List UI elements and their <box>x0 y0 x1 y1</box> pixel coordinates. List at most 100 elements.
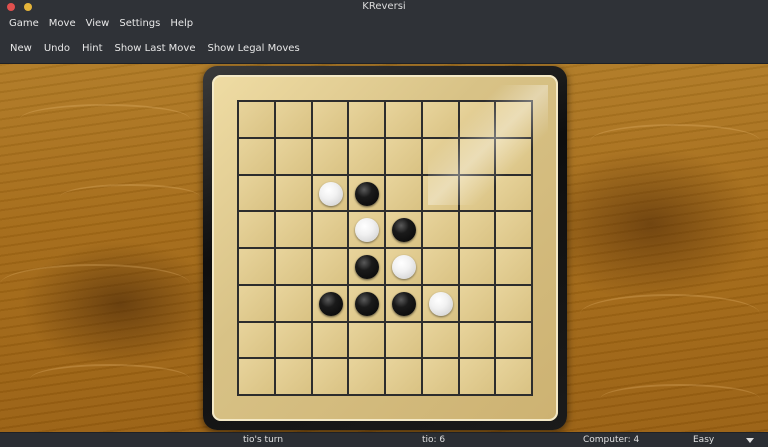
board-square[interactable] <box>496 322 531 358</box>
black-piece <box>355 291 380 316</box>
board-square[interactable] <box>312 138 348 174</box>
board-square[interactable] <box>386 102 421 137</box>
board-square[interactable] <box>422 175 458 211</box>
board-square[interactable] <box>386 138 421 174</box>
board-square[interactable] <box>349 249 384 284</box>
board-square[interactable] <box>349 102 384 137</box>
menu-view[interactable]: View <box>81 14 115 34</box>
board-square[interactable] <box>275 175 311 211</box>
board-square[interactable] <box>275 138 311 174</box>
difficulty-select[interactable]: Easy <box>693 433 714 447</box>
board-grid[interactable] <box>237 100 533 396</box>
computer-score: Computer: 4 <box>583 435 640 445</box>
board-square[interactable] <box>496 359 531 394</box>
board-square[interactable] <box>386 212 421 247</box>
hint-button[interactable]: Hint <box>76 35 109 63</box>
board-square[interactable] <box>422 138 458 174</box>
board-square[interactable] <box>275 322 311 358</box>
menu-bar: Game Move View Settings Help <box>0 14 768 34</box>
wood-grain <box>600 384 760 414</box>
title-bar: KReversi <box>0 0 768 14</box>
board-square[interactable] <box>239 138 274 174</box>
board-square[interactable] <box>496 102 531 137</box>
black-piece <box>392 218 416 243</box>
board-square[interactable] <box>386 322 421 358</box>
menu-help[interactable]: Help <box>165 14 198 34</box>
board-square[interactable] <box>422 212 458 247</box>
board-square[interactable] <box>312 212 348 247</box>
board-square[interactable] <box>275 359 311 394</box>
board-square[interactable] <box>496 285 531 321</box>
chevron-down-icon[interactable] <box>746 438 754 443</box>
board-square[interactable] <box>496 175 531 211</box>
board-square[interactable] <box>386 175 421 211</box>
board-square[interactable] <box>239 285 274 321</box>
board-square[interactable] <box>459 249 495 284</box>
board-square[interactable] <box>496 212 531 247</box>
board-square[interactable] <box>239 322 274 358</box>
menu-settings[interactable]: Settings <box>114 14 165 34</box>
board-square[interactable] <box>459 359 495 394</box>
board-square[interactable] <box>349 212 384 247</box>
show-legal-moves-button[interactable]: Show Legal Moves <box>202 35 306 63</box>
board-square[interactable] <box>349 359 384 394</box>
board-square[interactable] <box>496 138 531 174</box>
board-square[interactable] <box>239 359 274 394</box>
board-square[interactable] <box>312 322 348 358</box>
wood-grain <box>0 264 190 304</box>
wood-grain <box>580 294 760 334</box>
board-square[interactable] <box>459 322 495 358</box>
turn-status: tio's turn <box>243 435 284 445</box>
board-square[interactable] <box>239 102 274 137</box>
wood-grain <box>30 364 190 394</box>
menu-game[interactable]: Game <box>4 14 44 34</box>
game-board-frame <box>203 66 567 430</box>
status-bar: tio's turn tio: 6 Computer: 4 Easy <box>0 432 768 447</box>
board-square[interactable] <box>312 359 348 394</box>
wood-grain <box>60 184 200 210</box>
board-square[interactable] <box>312 249 348 284</box>
board-square[interactable] <box>422 102 458 137</box>
board-square[interactable] <box>275 285 311 321</box>
wood-grain <box>20 104 190 134</box>
board-square[interactable] <box>496 249 531 284</box>
board-square[interactable] <box>312 285 348 321</box>
toolbar: New Undo Hint Show Last Move Show Legal … <box>0 34 768 64</box>
board-square[interactable] <box>275 249 311 284</box>
board-square[interactable] <box>422 285 458 321</box>
board-square[interactable] <box>275 212 311 247</box>
board-square[interactable] <box>459 212 495 247</box>
board-square[interactable] <box>349 322 384 358</box>
board-square[interactable] <box>312 102 348 137</box>
board-square[interactable] <box>386 285 421 321</box>
board-square[interactable] <box>239 249 274 284</box>
new-game-button[interactable]: New <box>4 35 38 63</box>
show-last-move-button[interactable]: Show Last Move <box>109 35 202 63</box>
window-title: KReversi <box>362 1 406 12</box>
black-piece <box>355 181 380 206</box>
board-square[interactable] <box>459 175 495 211</box>
board-square[interactable] <box>349 138 384 174</box>
board-square[interactable] <box>239 212 274 247</box>
player-score: tio: 6 <box>422 435 446 445</box>
black-piece <box>318 291 343 316</box>
board-square[interactable] <box>459 102 495 137</box>
board-square[interactable] <box>459 138 495 174</box>
board-square[interactable] <box>349 285 384 321</box>
white-piece <box>392 255 416 279</box>
undo-button[interactable]: Undo <box>38 35 76 63</box>
board-square[interactable] <box>386 359 421 394</box>
board-square[interactable] <box>349 175 384 211</box>
board-square[interactable] <box>459 285 495 321</box>
board-square[interactable] <box>422 249 458 284</box>
white-piece <box>428 291 453 316</box>
black-piece <box>392 291 416 316</box>
board-square[interactable] <box>312 175 348 211</box>
board-square[interactable] <box>422 322 458 358</box>
board-square[interactable] <box>239 175 274 211</box>
board-square[interactable] <box>422 359 458 394</box>
board-square[interactable] <box>275 102 311 137</box>
menu-move[interactable]: Move <box>44 14 81 34</box>
game-area <box>0 64 768 432</box>
board-square[interactable] <box>386 249 421 284</box>
